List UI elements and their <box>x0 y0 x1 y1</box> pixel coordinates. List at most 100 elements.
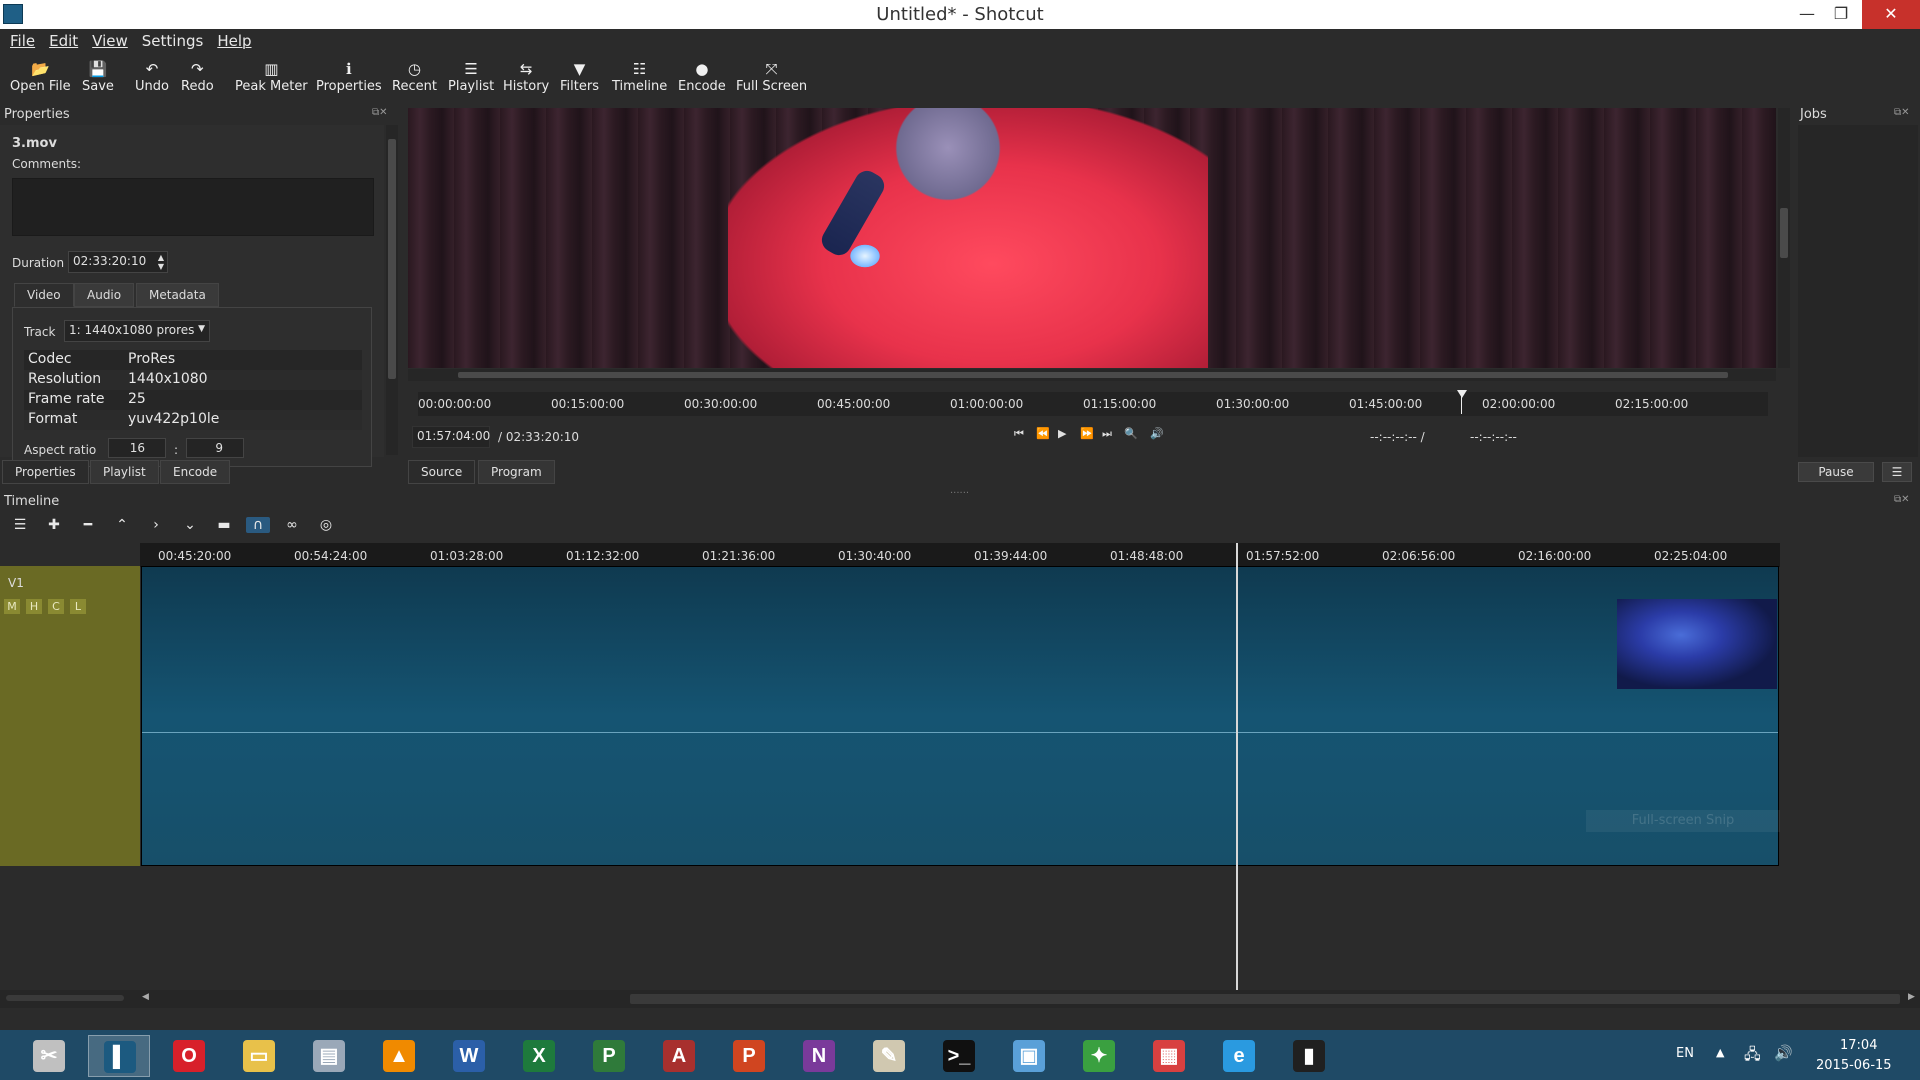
tab-encode[interactable]: Encode <box>160 460 231 484</box>
tab-source[interactable]: Source <box>408 460 476 484</box>
remove-icon[interactable]: ━ <box>76 517 100 533</box>
properties-scrollbar[interactable] <box>386 125 398 455</box>
timeline-ruler[interactable]: 00:45:20:00 00:54:24:00 01:03:28:00 01:1… <box>140 543 1780 567</box>
peak-meter-button[interactable]: ▥ Peak Meter <box>235 59 308 94</box>
lift-icon[interactable]: ⌃ <box>110 517 134 533</box>
dock-float-close-icons[interactable]: ⧉✕ <box>1894 107 1910 118</box>
properties-button[interactable]: ℹ Properties <box>316 59 382 94</box>
history-button[interactable]: ⇆ History <box>503 59 549 94</box>
taskbar-item[interactable]: X <box>508 1035 570 1077</box>
video-horizontal-scrollbar[interactable] <box>408 369 1776 381</box>
tab-audio[interactable]: Audio <box>74 283 135 307</box>
timeline-menu-icon[interactable]: ☰ <box>8 517 32 533</box>
menu-edit[interactable]: Edit <box>39 29 82 50</box>
track-dropdown[interactable]: 1: 1440x1080 prores ▼ <box>64 320 210 342</box>
volume-icon[interactable]: 🔊 <box>1150 427 1172 440</box>
taskbar-item[interactable]: ✎ <box>858 1035 920 1077</box>
dock-float-close-icons[interactable]: ⧉✕ <box>1894 494 1910 505</box>
skip-end-icon[interactable]: ⏭ <box>1102 427 1124 441</box>
recent-button[interactable]: ◷ Recent <box>392 59 437 94</box>
playlist-button[interactable]: ☰ Playlist <box>448 59 494 94</box>
network-icon[interactable]: 🖧 <box>1744 1044 1761 1069</box>
zoom-slider[interactable] <box>6 995 124 1001</box>
tab-playlist[interactable]: Playlist <box>90 460 159 484</box>
pause-button[interactable]: Pause <box>1798 462 1874 482</box>
menu-file[interactable]: File <box>0 29 39 50</box>
taskbar-item[interactable]: e <box>1208 1035 1270 1077</box>
fast-forward-icon[interactable]: ⏩ <box>1080 427 1102 440</box>
full-screen-button[interactable]: ⤧ Full Screen <box>736 59 807 94</box>
taskbar-item[interactable]: ▮ <box>1278 1035 1340 1077</box>
taskbar-item[interactable]: N <box>788 1035 850 1077</box>
zoom-icon[interactable]: 🔍 <box>1124 427 1150 440</box>
rewind-icon[interactable]: ⏪ <box>1036 427 1058 440</box>
taskbar-item[interactable]: ▌ <box>88 1035 150 1077</box>
encode-button[interactable]: ● Encode <box>678 59 726 94</box>
taskbar-item[interactable]: O <box>158 1035 220 1077</box>
taskbar-item[interactable]: ▲ <box>368 1035 430 1077</box>
dock-float-close-icons[interactable]: ⧉✕ <box>372 107 388 118</box>
splitter-handle[interactable] <box>1782 108 1796 488</box>
language-indicator[interactable]: EN <box>1676 1046 1694 1061</box>
taskbar-item[interactable]: ▤ <box>298 1035 360 1077</box>
taskbar-item[interactable]: ▭ <box>228 1035 290 1077</box>
taskbar-item[interactable]: >_ <box>928 1035 990 1077</box>
taskbar-item[interactable]: A <box>648 1035 710 1077</box>
clock-date[interactable]: 2015-06-15 <box>1816 1058 1892 1073</box>
scrollbar-thumb[interactable] <box>630 994 1900 1004</box>
snap-icon[interactable]: ∩ <box>246 517 270 533</box>
taskbar-item[interactable]: P <box>718 1035 780 1077</box>
scrollbar-thumb[interactable] <box>388 139 396 379</box>
scrollbar-thumb[interactable] <box>458 372 1728 378</box>
tab-properties[interactable]: Properties <box>2 460 89 484</box>
maximize-button[interactable]: ❐ <box>1818 0 1864 29</box>
composite-button[interactable]: C <box>48 599 64 614</box>
spin-arrows-icon[interactable]: ▲ ▼ <box>158 253 164 271</box>
undo-button[interactable]: ↶ Undo <box>135 59 169 94</box>
filters-button[interactable]: ▼ Filters <box>560 59 599 94</box>
taskbar-item[interactable]: ✦ <box>1068 1035 1130 1077</box>
lock-button[interactable]: L <box>70 599 86 614</box>
overwrite-icon[interactable]: › <box>144 517 168 533</box>
jobs-menu-icon[interactable]: ☰ <box>1882 462 1912 482</box>
save-button[interactable]: 💾 Save <box>82 59 114 94</box>
aspect-height-spinbox[interactable]: 9 <box>186 438 244 458</box>
split-icon[interactable]: ▬ <box>212 517 236 533</box>
scroll-left-icon[interactable]: ◀ <box>142 992 149 1002</box>
timeline-playhead[interactable] <box>1236 543 1238 993</box>
taskbar-item[interactable]: ▦ <box>1138 1035 1200 1077</box>
timeline-button[interactable]: ☷ Timeline <box>612 59 667 94</box>
redo-button[interactable]: ↷ Redo <box>181 59 214 94</box>
tab-video[interactable]: Video <box>14 283 74 307</box>
play-icon[interactable]: ▶ <box>1058 427 1080 440</box>
timeline-horizontal-scrollbar[interactable]: ◀ ▶ <box>0 990 1920 1008</box>
menu-view[interactable]: View <box>82 29 132 50</box>
append-icon[interactable]: ✚ <box>42 517 66 533</box>
scroll-right-icon[interactable]: ▶ <box>1908 992 1915 1002</box>
taskbar-item[interactable]: W <box>438 1035 500 1077</box>
taskbar-item[interactable]: ▣ <box>998 1035 1060 1077</box>
tab-metadata[interactable]: Metadata <box>136 283 219 307</box>
scrub-icon[interactable]: ◎ <box>314 517 338 533</box>
duration-spinbox[interactable]: 02:33:20:10 ▲ ▼ <box>68 251 168 273</box>
video-preview[interactable] <box>408 108 1776 368</box>
menu-settings[interactable]: Settings <box>132 29 208 50</box>
aspect-width-spinbox[interactable]: 16 <box>108 438 166 458</box>
panel-resize-grip[interactable]: ...... <box>950 485 969 496</box>
player-playhead-marker[interactable] <box>1457 390 1467 398</box>
taskbar-item[interactable]: P <box>578 1035 640 1077</box>
track-header-v1[interactable]: V1 M H C L <box>0 566 140 866</box>
position-timecode[interactable]: 01:57:04:00 <box>412 426 490 448</box>
close-button[interactable]: ✕ <box>1862 0 1920 29</box>
taskbar-item[interactable]: ✂ <box>18 1035 80 1077</box>
player-time-ruler[interactable]: 00:00:00:00 00:15:00:00 00:30:00:00 00:4… <box>418 390 1768 416</box>
volume-tray-icon[interactable]: 🔊 <box>1774 1044 1793 1062</box>
tab-program[interactable]: Program <box>478 460 555 484</box>
mute-button[interactable]: M <box>4 599 20 614</box>
clock-time[interactable]: 17:04 <box>1840 1038 1877 1053</box>
hide-button[interactable]: H <box>26 599 42 614</box>
insert-icon[interactable]: ⌄ <box>178 517 202 533</box>
comments-field[interactable] <box>12 178 374 236</box>
menu-help[interactable]: Help <box>207 29 255 50</box>
ripple-icon[interactable]: ∞ <box>280 517 304 533</box>
